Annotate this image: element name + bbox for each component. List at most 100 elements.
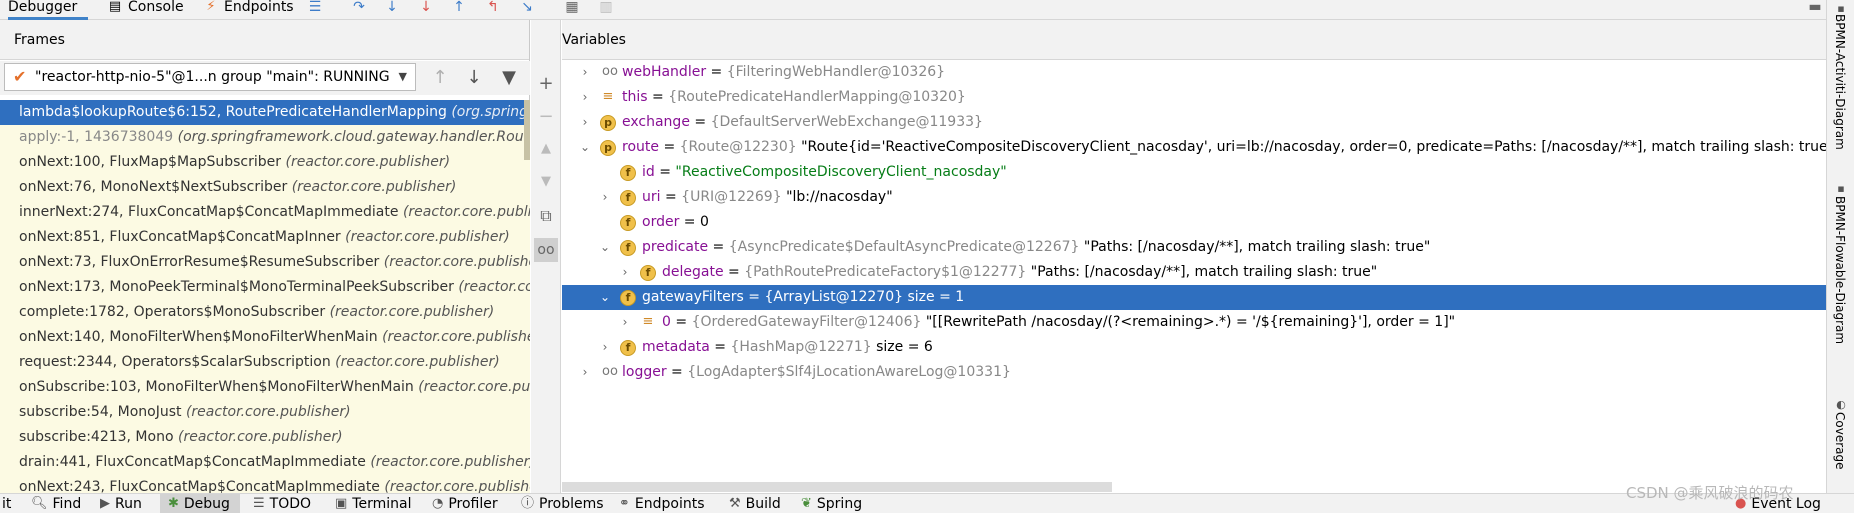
variable-row[interactable]: › oo logger = {LogAdapter$Slf4jLocationAwa… xyxy=(562,360,1826,385)
variable-equals: = xyxy=(708,239,729,255)
frame-item[interactable]: complete:1782, Operators$MonoSubscriber … xyxy=(0,300,530,325)
frame-item[interactable]: request:2344, Operators$ScalarSubscripti… xyxy=(0,350,530,375)
tab-bpmn-flowable[interactable]: BPMN-Flowable-Diagram xyxy=(1831,196,1849,344)
tab-endpoints-bottom[interactable]: ⚭ Endpoints xyxy=(619,494,705,513)
tab-profiler[interactable]: ◔ Profiler xyxy=(432,494,498,513)
chevron-down-icon[interactable]: ⌄ xyxy=(578,135,592,160)
move-up-icon[interactable]: ▲ xyxy=(534,137,558,161)
variable-equals: = xyxy=(723,264,745,280)
variable-row[interactable]: › f uri = {URI@12269} "lb://nacosday" xyxy=(562,185,1826,210)
chevron-right-icon[interactable]: › xyxy=(578,85,592,110)
frame-package: (reactor.core.publisher) xyxy=(329,304,495,320)
endpoints-icon: ⚭ xyxy=(619,496,630,511)
frame-item[interactable]: onNext:173, MonoPeekTerminal$MonoTermina… xyxy=(0,275,530,300)
frame-item[interactable]: subscribe:4213, Mono (reactor.core.publi… xyxy=(0,425,530,450)
bpmn-icon: ▪ xyxy=(1837,182,1845,195)
tab-terminal[interactable]: ▣ Terminal xyxy=(335,494,411,513)
tab-spring[interactable]: ❦ Spring xyxy=(801,494,862,513)
tab-run[interactable]: ▶ Run xyxy=(100,494,142,513)
variable-name: 0 xyxy=(662,314,671,330)
tab-debugger[interactable]: Debugger xyxy=(8,0,88,20)
frame-item[interactable]: onNext:76, MonoNext$NextSubscriber (reac… xyxy=(0,175,530,200)
chevron-right-icon[interactable]: › xyxy=(578,60,592,85)
step-over-icon[interactable]: ↷ xyxy=(348,0,370,16)
tab-problems[interactable]: ⓘ Problems xyxy=(521,494,604,513)
tab-endpoints[interactable]: ⚡ Endpoints xyxy=(202,0,293,20)
variable-row[interactable]: ⌄ f predicate = {AsyncPredicate$DefaultAsy… xyxy=(562,235,1826,260)
variable-row[interactable]: ⌄ f gatewayFilters = {ArrayList@12270} siz… xyxy=(562,285,1826,310)
variable-row[interactable]: f id = "ReactiveCompositeDiscoveryClient_… xyxy=(562,160,1826,185)
frame-item[interactable]: onNext:73, FluxOnErrorResume$ResumeSubsc… xyxy=(0,250,530,275)
chevron-right-icon[interactable]: › xyxy=(598,185,612,210)
layout-icon[interactable]: ▬ xyxy=(1804,0,1826,16)
frame-item[interactable]: onNext:100, FluxMap$MapSubscriber (react… xyxy=(0,150,530,175)
filter-icon[interactable]: ▼ xyxy=(497,67,521,89)
drop-frame-icon[interactable]: ↰ xyxy=(482,0,504,16)
frame-item[interactable]: innerNext:274, FluxConcatMap$ConcatMapIm… xyxy=(0,200,530,225)
list-icon: ≡ xyxy=(642,314,654,329)
variable-row[interactable]: ⌄ p route = {Route@12230} "Route{id='React… xyxy=(562,135,1826,160)
menu-icon[interactable]: ☰ xyxy=(304,0,326,16)
chevron-down-icon[interactable]: ⌄ xyxy=(598,285,612,310)
tab-it[interactable]: it xyxy=(2,494,11,513)
frame-package: (reactor.core.publishe xyxy=(402,204,530,220)
frame-item[interactable]: onNext:140, MonoFilterWhen$MonoFilterWhe… xyxy=(0,325,530,350)
tab-find[interactable]: 🔍︎ Find xyxy=(31,494,81,513)
variable-type: {OrderedGatewayFilter@12406} xyxy=(691,314,922,330)
frame-item[interactable]: onSubscribe:103, MonoFilterWhen$MonoFilt… xyxy=(0,375,530,400)
frame-item[interactable]: drain:441, FluxConcatMap$ConcatMapImmedi… xyxy=(0,450,530,475)
chevron-right-icon[interactable]: › xyxy=(598,335,612,360)
copy-icon[interactable]: ⧉ xyxy=(534,204,558,228)
variable-type: {AsyncPredicate$DefaultAsyncPredicate@12… xyxy=(728,239,1080,255)
variable-row[interactable]: f order = 0 xyxy=(562,210,1826,235)
tab-debug[interactable]: ✱ Debug xyxy=(160,494,240,513)
variable-equals: = xyxy=(679,214,700,230)
chevron-right-icon[interactable]: › xyxy=(618,310,632,335)
evaluate-expression-icon[interactable]: ▦ xyxy=(561,0,583,16)
chevron-right-icon[interactable]: › xyxy=(618,260,632,285)
tab-bpmn-activiti[interactable]: BPMN-Activiti-Diagram xyxy=(1831,14,1849,150)
chevron-down-icon[interactable]: ⌄ xyxy=(598,235,612,260)
chevron-right-icon[interactable]: › xyxy=(578,110,592,135)
step-out-icon[interactable]: ↑ xyxy=(448,0,470,16)
variable-name: order xyxy=(642,214,680,230)
tab-console[interactable]: ▤ Console xyxy=(106,0,184,20)
frame-item[interactable]: subscribe:54, MonoJust (reactor.core.pub… xyxy=(0,400,530,425)
variable-row[interactable]: › f delegate = {PathRoutePredicateFactory$… xyxy=(562,260,1826,285)
frame-package: (reactor.core.publisher) xyxy=(291,179,457,195)
variable-equals: = xyxy=(647,89,669,105)
chevron-right-icon[interactable]: › xyxy=(578,360,592,385)
variable-name: uri xyxy=(642,189,661,205)
tab-build[interactable]: ⚒ Build xyxy=(729,494,781,513)
field-icon: f xyxy=(620,340,636,356)
remove-watch-icon[interactable]: − xyxy=(534,105,558,129)
frame-list-scrollbar[interactable] xyxy=(524,100,530,160)
arrow-up-icon[interactable]: ↑ xyxy=(428,67,452,89)
frame-method: drain:441, FluxConcatMap$ConcatMapImmedi… xyxy=(19,454,366,470)
frame-item[interactable]: onNext:243, FluxConcatMap$ConcatMapImmed… xyxy=(0,475,530,493)
tab-todo[interactable]: ☰ TODO xyxy=(253,494,311,513)
trace-icon[interactable]: ▥ xyxy=(595,0,617,16)
variable-row[interactable]: › p exchange = {DefaultServerWebExchange@1… xyxy=(562,110,1826,135)
variable-value: "Paths: [/nacosday/**], match trailing s… xyxy=(1079,239,1431,255)
add-watch-icon[interactable]: + xyxy=(534,72,558,96)
thread-select[interactable]: ✔ "reactor-http-nio-5"@1...n group "main… xyxy=(4,63,416,91)
step-into-icon[interactable]: ↓ xyxy=(381,0,403,16)
arrow-down-icon[interactable]: ↓ xyxy=(462,67,486,89)
glasses-icon[interactable]: oo xyxy=(534,238,558,262)
variables-horizontal-scrollbar[interactable] xyxy=(562,482,1112,492)
tab-todo-label: TODO xyxy=(269,496,312,512)
tab-profiler-label: Profiler xyxy=(448,496,498,512)
variable-row[interactable]: › oo webHandler = {FilteringWebHandler@103… xyxy=(562,60,1826,85)
variable-row[interactable]: › f metadata = {HashMap@12271} size = 6 xyxy=(562,335,1826,360)
variable-text: webHandler = {FilteringWebHandler@10326} xyxy=(622,60,945,85)
variable-row[interactable]: › ≡ this = {RoutePredicateHandlerMapping@1… xyxy=(562,85,1826,110)
variable-row[interactable]: › ≡ 0 = {OrderedGatewayFilter@12406} "[[Re… xyxy=(562,310,1826,335)
frame-item[interactable]: onNext:851, FluxConcatMap$ConcatMapInner… xyxy=(0,225,530,250)
frame-item[interactable]: apply:-1, 1436738049 (org.springframewor… xyxy=(0,125,530,150)
move-down-icon[interactable]: ▼ xyxy=(534,170,558,194)
frame-item[interactable]: lambda$lookupRoute$6:152, RoutePredicate… xyxy=(0,100,530,125)
force-step-into-icon[interactable]: ↓ xyxy=(415,0,437,16)
tab-coverage[interactable]: Coverage xyxy=(1831,412,1849,470)
run-to-cursor-icon[interactable]: ↘ xyxy=(516,0,538,16)
